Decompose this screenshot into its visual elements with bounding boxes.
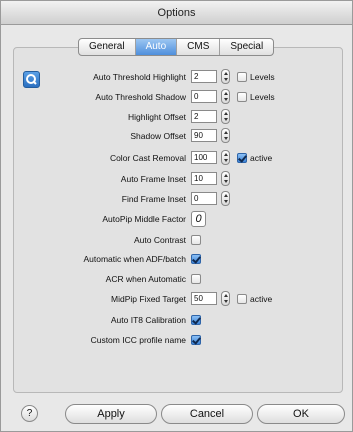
midpip-fixed-target-input[interactable]: 50 (191, 292, 217, 305)
highlight-offset-stepper[interactable] (221, 109, 230, 124)
magnifier-icon (26, 74, 37, 85)
ok-button[interactable]: OK (257, 404, 345, 424)
tab-special[interactable]: Special (220, 39, 273, 55)
midpip-fixed-target-active-checkbox[interactable] (237, 294, 247, 304)
midpip-fixed-target-stepper[interactable] (221, 291, 230, 306)
highlight-offset-label: Highlight Offset (128, 112, 186, 122)
window-title: Options (1, 1, 352, 25)
find-frame-inset-label: Find Frame Inset (121, 194, 186, 204)
auto-it8-calibration-checkbox[interactable] (191, 315, 201, 325)
shadow-offset-input[interactable]: 90 (191, 129, 217, 142)
acr-when-automatic-checkbox[interactable] (191, 274, 201, 284)
auto-frame-inset-input[interactable]: 10 (191, 172, 217, 185)
tab-general[interactable]: General (79, 39, 136, 55)
auto-threshold-shadow-levels-checkbox[interactable] (237, 92, 247, 102)
auto-threshold-shadow-levels-label: Levels (250, 92, 275, 102)
autopip-middle-factor-dial[interactable]: 0 (191, 211, 206, 227)
automatic-when-adf-label: Automatic when ADF/batch (83, 254, 186, 264)
tab-cms[interactable]: CMS (177, 39, 221, 55)
auto-threshold-highlight-levels-label: Levels (250, 72, 275, 82)
cancel-button[interactable]: Cancel (161, 404, 253, 424)
acr-when-automatic-label: ACR when Automatic (105, 274, 186, 284)
find-frame-inset-input[interactable]: 0 (191, 192, 217, 205)
auto-frame-inset-label: Auto Frame Inset (120, 174, 186, 184)
automatic-when-adf-checkbox[interactable] (191, 254, 201, 264)
auto-frame-inset-stepper[interactable] (221, 171, 230, 186)
auto-it8-calibration-label: Auto IT8 Calibration (110, 315, 186, 325)
options-window: Options General Auto CMS Special Auto Th… (0, 0, 353, 432)
tab-auto[interactable]: Auto (135, 39, 178, 55)
help-button[interactable]: ? (21, 405, 38, 422)
color-cast-removal-active-label: active (250, 153, 273, 163)
auto-contrast-checkbox[interactable] (191, 235, 201, 245)
auto-threshold-shadow-stepper[interactable] (221, 89, 230, 104)
shadow-offset-label: Shadow Offset (130, 131, 186, 141)
midpip-fixed-target-label: MidPip Fixed Target (111, 294, 186, 304)
custom-icc-profile-name-label: Custom ICC profile name (90, 335, 186, 345)
tab-bar: General Auto CMS Special (78, 38, 275, 56)
magnify-button[interactable] (23, 71, 40, 88)
auto-threshold-highlight-label: Auto Threshold Highlight (93, 72, 186, 82)
autopip-middle-factor-label: AutoPip Middle Factor (102, 214, 186, 224)
color-cast-removal-active-checkbox[interactable] (237, 153, 247, 163)
auto-threshold-shadow-label: Auto Threshold Shadow (95, 92, 186, 102)
apply-button[interactable]: Apply (65, 404, 157, 424)
auto-threshold-highlight-input[interactable]: 2 (191, 70, 217, 83)
highlight-offset-input[interactable]: 2 (191, 110, 217, 123)
color-cast-removal-label: Color Cast Removal (109, 153, 186, 163)
midpip-fixed-target-active-label: active (250, 294, 273, 304)
auto-threshold-highlight-stepper[interactable] (221, 69, 230, 84)
auto-threshold-shadow-input[interactable]: 0 (191, 90, 217, 103)
custom-icc-profile-name-checkbox[interactable] (191, 335, 201, 345)
auto-threshold-highlight-levels-checkbox[interactable] (237, 72, 247, 82)
find-frame-inset-stepper[interactable] (221, 191, 230, 206)
shadow-offset-stepper[interactable] (221, 128, 230, 143)
auto-contrast-label: Auto Contrast (134, 235, 186, 245)
color-cast-removal-stepper[interactable] (221, 150, 230, 165)
color-cast-removal-input[interactable]: 100 (191, 151, 217, 164)
